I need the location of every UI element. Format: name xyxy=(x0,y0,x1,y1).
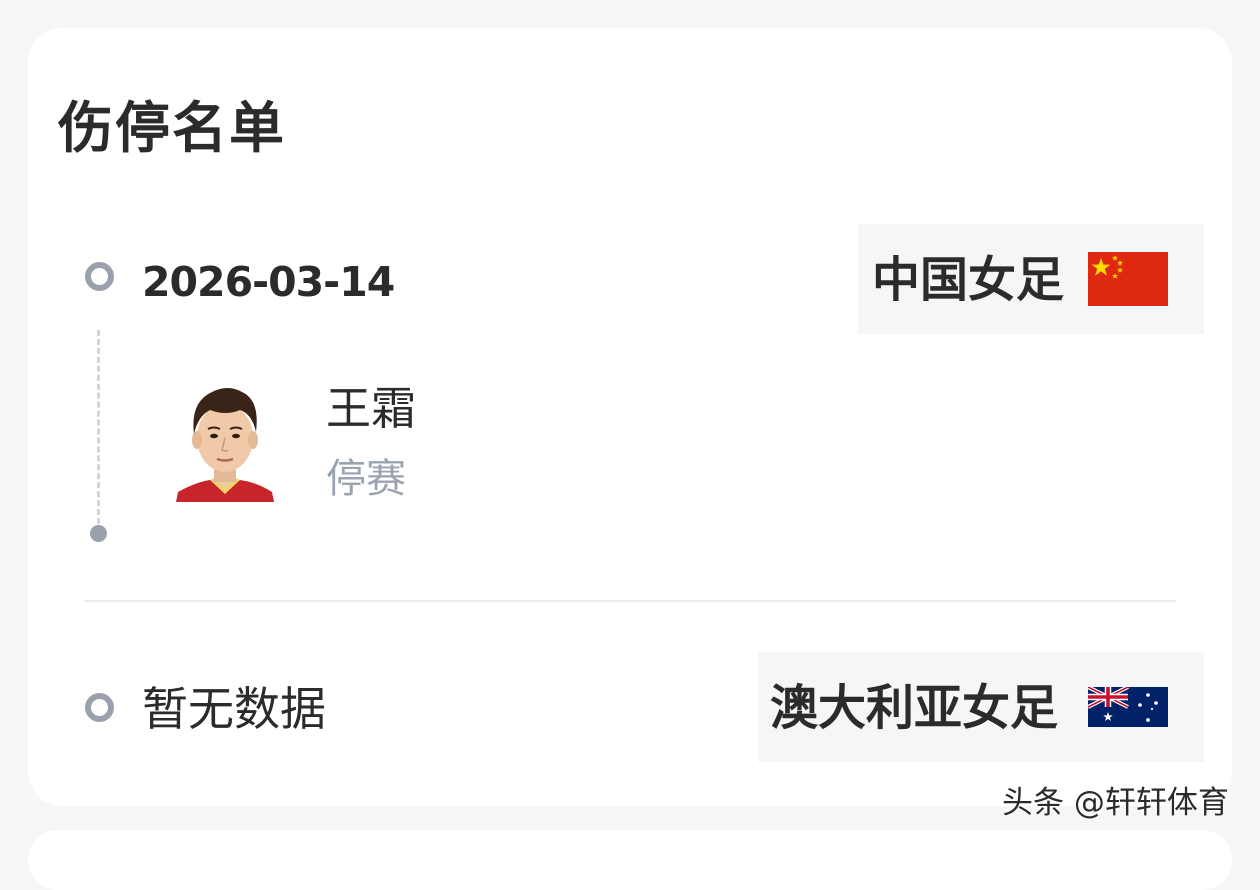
next-card xyxy=(28,830,1232,890)
timeline-end-dot xyxy=(90,525,107,542)
watermark: 头条 @轩轩体育 xyxy=(1002,785,1229,821)
timeline-node-icon xyxy=(85,693,114,722)
timeline-node-icon xyxy=(85,262,114,291)
match-date: 2026-03-14 xyxy=(142,258,395,306)
section-title: 伤停名单 xyxy=(58,96,287,160)
player-status: 停赛 xyxy=(326,456,406,502)
team-name-china: 中国女足 xyxy=(872,252,1065,308)
australia-flag-icon xyxy=(1088,687,1168,727)
divider xyxy=(84,600,1176,602)
team-name-australia: 澳大利亚女足 xyxy=(770,680,1059,736)
china-flag-icon xyxy=(1088,252,1168,306)
player-avatar[interactable] xyxy=(176,374,274,502)
timeline-connector xyxy=(97,330,100,524)
injury-suspension-card: 伤停名单 2026-03-14 中国女足 王霜 停赛 暂无数据 澳大利亚女足 xyxy=(28,28,1232,806)
player-name[interactable]: 王霜 xyxy=(326,378,416,440)
no-data-text: 暂无数据 xyxy=(142,682,326,736)
